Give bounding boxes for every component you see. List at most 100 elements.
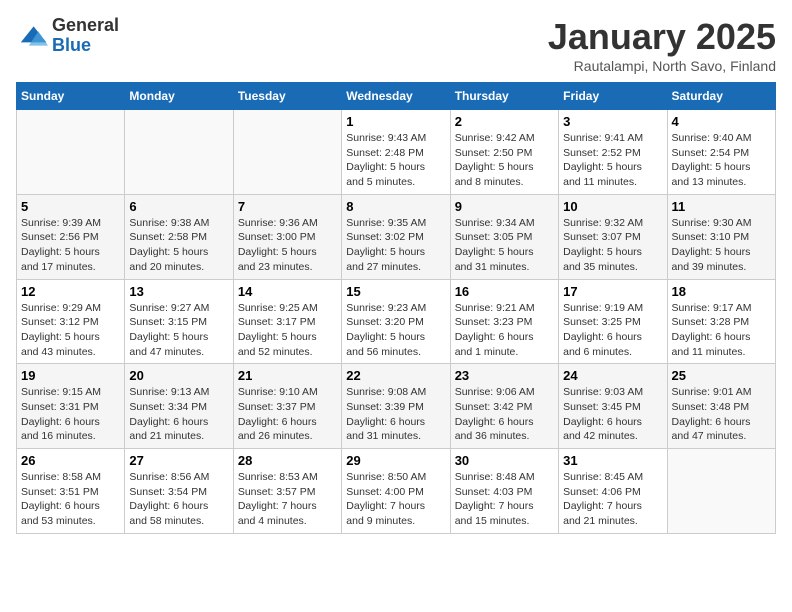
calendar-header-row: SundayMondayTuesdayWednesdayThursdayFrid… [17,83,776,110]
cell-content: Sunrise: 9:19 AM Sunset: 3:25 PM Dayligh… [563,301,662,360]
cell-content: Sunrise: 9:41 AM Sunset: 2:52 PM Dayligh… [563,131,662,190]
calendar-cell [667,449,775,534]
day-number: 24 [563,368,662,383]
cell-content: Sunrise: 9:03 AM Sunset: 3:45 PM Dayligh… [563,385,662,444]
cell-content: Sunrise: 8:50 AM Sunset: 4:00 PM Dayligh… [346,470,445,529]
calendar-cell: 23Sunrise: 9:06 AM Sunset: 3:42 PM Dayli… [450,364,558,449]
day-number: 23 [455,368,554,383]
cell-content: Sunrise: 9:13 AM Sunset: 3:34 PM Dayligh… [129,385,228,444]
day-number: 11 [672,199,771,214]
cell-content: Sunrise: 8:53 AM Sunset: 3:57 PM Dayligh… [238,470,337,529]
cell-content: Sunrise: 9:27 AM Sunset: 3:15 PM Dayligh… [129,301,228,360]
calendar-cell: 1 Sunrise: 9:43 AM Sunset: 2:48 PM Daylig… [342,110,450,195]
day-of-week-header: Thursday [450,83,558,110]
calendar-cell: 29 Sunrise: 8:50 AM Sunset: 4:00 PM Dayli… [342,449,450,534]
day-of-week-header: Wednesday [342,83,450,110]
day-number: 9 [455,199,554,214]
logo-general-text: General [52,15,119,35]
day-number: 4 [672,114,771,129]
day-number: 31 [563,453,662,468]
location-subtitle: Rautalampi, North Savo, Finland [548,58,776,74]
day-number: 12 [21,284,120,299]
cell-content: Sunrise: 9:42 AM Sunset: 2:50 PM Dayligh… [455,131,554,190]
calendar-cell: 24 Sunrise: 9:03 AM Sunset: 3:45 PM Dayli… [559,364,667,449]
cell-content: Sunrise: 9:01 AM Sunset: 3:48 PM Dayligh… [672,385,771,444]
calendar-cell: 20 Sunrise: 9:13 AM Sunset: 3:34 PM Dayli… [125,364,233,449]
day-number: 13 [129,284,228,299]
day-number: 21 [238,368,337,383]
cell-content: Sunrise: 9:10 AM Sunset: 3:37 PM Dayligh… [238,385,337,444]
day-number: 10 [563,199,662,214]
day-number: 17 [563,284,662,299]
day-number: 22 [346,368,445,383]
day-number: 1 [346,114,445,129]
day-number: 7 [238,199,337,214]
day-number: 5 [21,199,120,214]
day-number: 8 [346,199,445,214]
cell-content: Sunrise: 9:35 AM Sunset: 3:02 PM Dayligh… [346,216,445,275]
day-number: 19 [21,368,120,383]
calendar-cell: 5 Sunrise: 9:39 AM Sunset: 2:56 PM Daylig… [17,194,125,279]
day-of-week-header: Sunday [17,83,125,110]
cell-content: Sunrise: 9:30 AM Sunset: 3:10 PM Dayligh… [672,216,771,275]
day-number: 30 [455,453,554,468]
cell-content: Sunrise: 9:40 AM Sunset: 2:54 PM Dayligh… [672,131,771,190]
page-header: General Blue January 2025 Rautalampi, No… [16,16,776,74]
logo-icon [16,20,48,52]
calendar-cell: 21 Sunrise: 9:10 AM Sunset: 3:37 PM Dayli… [233,364,341,449]
cell-content: Sunrise: 9:43 AM Sunset: 2:48 PM Dayligh… [346,131,445,190]
day-of-week-header: Saturday [667,83,775,110]
day-of-week-header: Monday [125,83,233,110]
day-number: 25 [672,368,771,383]
cell-content: Sunrise: 8:48 AM Sunset: 4:03 PM Dayligh… [455,470,554,529]
cell-content: Sunrise: 9:39 AM Sunset: 2:56 PM Dayligh… [21,216,120,275]
cell-content: Sunrise: 9:17 AM Sunset: 3:28 PM Dayligh… [672,301,771,360]
calendar-cell: 28Sunrise: 8:53 AM Sunset: 3:57 PM Dayli… [233,449,341,534]
day-of-week-header: Tuesday [233,83,341,110]
calendar-cell [17,110,125,195]
day-number: 29 [346,453,445,468]
calendar-cell: 7Sunrise: 9:36 AM Sunset: 3:00 PM Daylig… [233,194,341,279]
day-number: 3 [563,114,662,129]
calendar-cell: 19 Sunrise: 9:15 AM Sunset: 3:31 PM Dayli… [17,364,125,449]
month-title: January 2025 [548,16,776,58]
calendar-cell: 3 Sunrise: 9:41 AM Sunset: 2:52 PM Daylig… [559,110,667,195]
calendar-cell: 10 Sunrise: 9:32 AM Sunset: 3:07 PM Dayli… [559,194,667,279]
cell-content: Sunrise: 8:45 AM Sunset: 4:06 PM Dayligh… [563,470,662,529]
calendar-cell: 11 Sunrise: 9:30 AM Sunset: 3:10 PM Dayli… [667,194,775,279]
cell-content: Sunrise: 8:56 AM Sunset: 3:54 PM Dayligh… [129,470,228,529]
day-number: 18 [672,284,771,299]
calendar-week-row: 5 Sunrise: 9:39 AM Sunset: 2:56 PM Daylig… [17,194,776,279]
calendar-cell: 13 Sunrise: 9:27 AM Sunset: 3:15 PM Dayli… [125,279,233,364]
calendar-cell: 27Sunrise: 8:56 AM Sunset: 3:54 PM Dayli… [125,449,233,534]
day-number: 15 [346,284,445,299]
cell-content: Sunrise: 9:32 AM Sunset: 3:07 PM Dayligh… [563,216,662,275]
calendar-cell: 18 Sunrise: 9:17 AM Sunset: 3:28 PM Dayli… [667,279,775,364]
cell-content: Sunrise: 9:08 AM Sunset: 3:39 PM Dayligh… [346,385,445,444]
calendar-cell: 22 Sunrise: 9:08 AM Sunset: 3:39 PM Dayli… [342,364,450,449]
logo: General Blue [16,16,119,56]
calendar-cell: 15 Sunrise: 9:23 AM Sunset: 3:20 PM Dayli… [342,279,450,364]
day-number: 20 [129,368,228,383]
day-number: 16 [455,284,554,299]
calendar-cell: 4 Sunrise: 9:40 AM Sunset: 2:54 PM Daylig… [667,110,775,195]
calendar-week-row: 26Sunrise: 8:58 AM Sunset: 3:51 PM Dayli… [17,449,776,534]
cell-content: Sunrise: 9:29 AM Sunset: 3:12 PM Dayligh… [21,301,120,360]
cell-content: Sunrise: 9:38 AM Sunset: 2:58 PM Dayligh… [129,216,228,275]
calendar-cell: 12 Sunrise: 9:29 AM Sunset: 3:12 PM Dayli… [17,279,125,364]
calendar-cell: 14Sunrise: 9:25 AM Sunset: 3:17 PM Dayli… [233,279,341,364]
calendar-table: SundayMondayTuesdayWednesdayThursdayFrid… [16,82,776,534]
cell-content: Sunrise: 9:23 AM Sunset: 3:20 PM Dayligh… [346,301,445,360]
calendar-cell: 17 Sunrise: 9:19 AM Sunset: 3:25 PM Dayli… [559,279,667,364]
day-number: 6 [129,199,228,214]
calendar-week-row: 1 Sunrise: 9:43 AM Sunset: 2:48 PM Daylig… [17,110,776,195]
calendar-cell [233,110,341,195]
calendar-cell: 8 Sunrise: 9:35 AM Sunset: 3:02 PM Daylig… [342,194,450,279]
day-number: 2 [455,114,554,129]
calendar-cell [125,110,233,195]
title-block: January 2025 Rautalampi, North Savo, Fin… [548,16,776,74]
day-number: 14 [238,284,337,299]
calendar-cell: 9Sunrise: 9:34 AM Sunset: 3:05 PM Daylig… [450,194,558,279]
calendar-cell: 31 Sunrise: 8:45 AM Sunset: 4:06 PM Dayli… [559,449,667,534]
cell-content: Sunrise: 9:15 AM Sunset: 3:31 PM Dayligh… [21,385,120,444]
